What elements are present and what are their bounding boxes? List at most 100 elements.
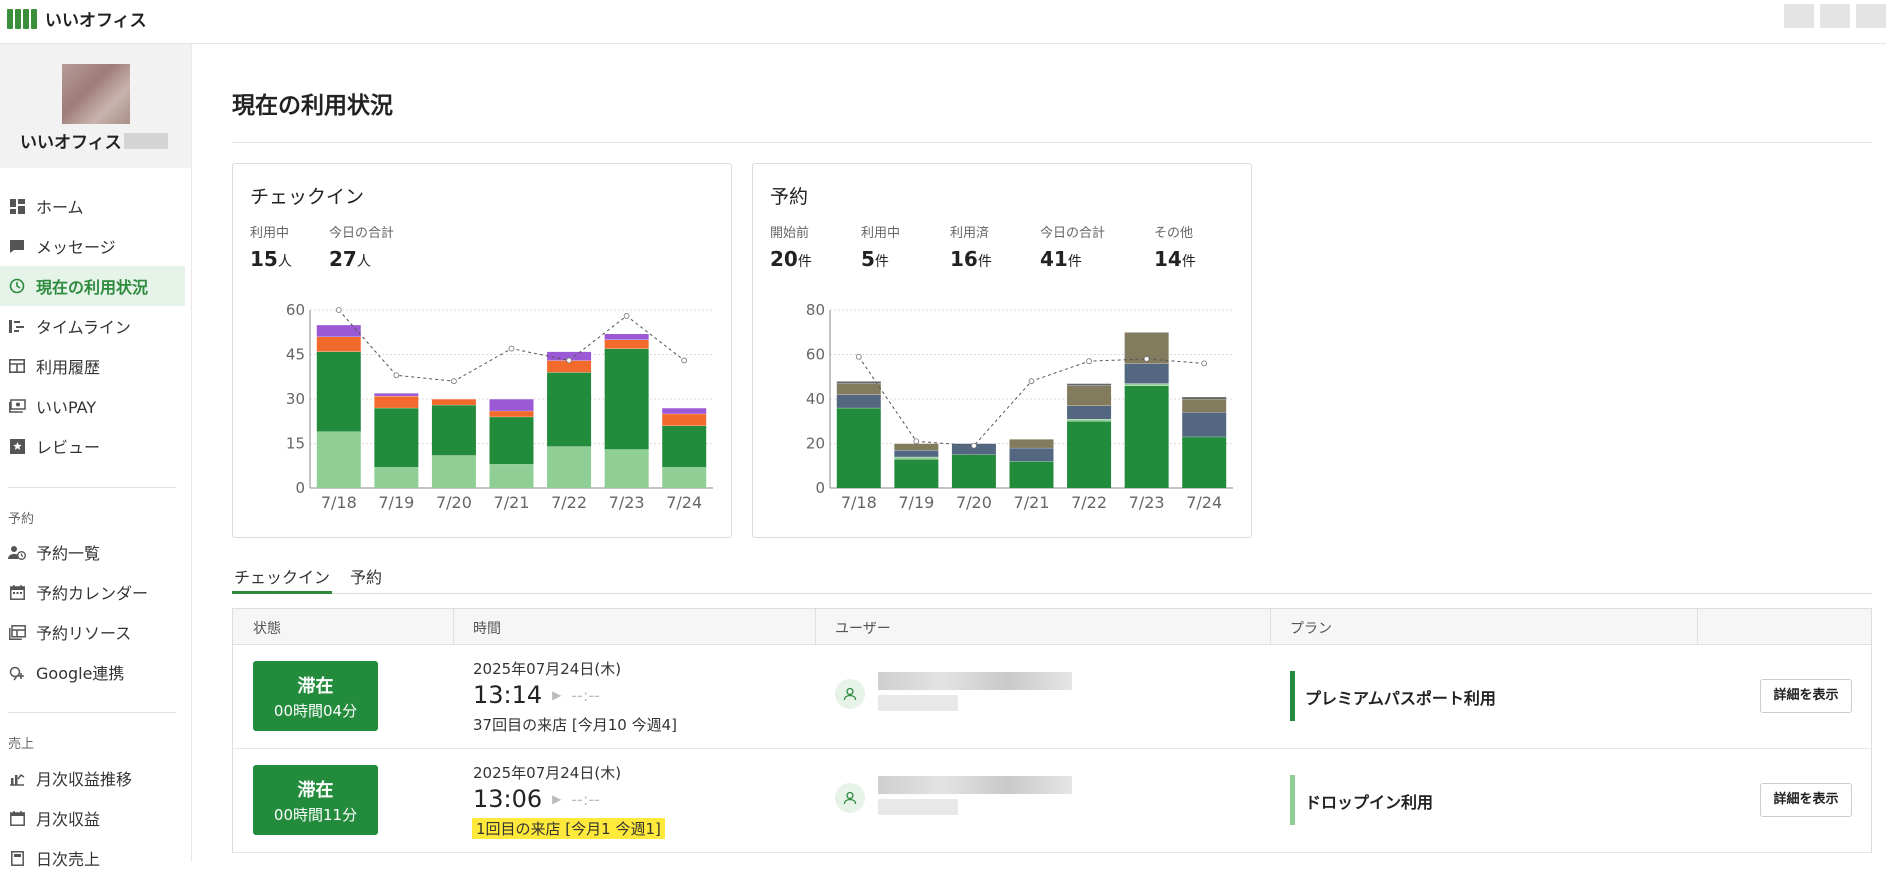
sidebar-item-reservation-resources[interactable]: 予約リソース (0, 612, 185, 652)
visit-count: 37回目の来店 [今月10 今週4] (473, 716, 677, 734)
sidebar-item-reservation-list[interactable]: 予約一覧 (0, 532, 185, 572)
app-name: いいオフィス (45, 11, 147, 31)
top-bar: いいオフィス (0, 0, 1886, 44)
bar-segment (489, 464, 534, 488)
trend-point (566, 357, 572, 364)
bar-segment (604, 348, 649, 450)
checkin-chart: 0 15 30 45 60 7/18 7/19 7/20 7/21 7/22 7/23 7/24 (286, 301, 713, 512)
tab-bar: チェックイン 予約 (232, 552, 1872, 594)
status-badge[interactable]: 滞在 00時間04分 (253, 661, 378, 731)
star-icon (8, 437, 26, 455)
sidebar-item-daily-sales[interactable]: 日次売上 (0, 838, 185, 878)
sidebar-item-label: 予約リソース (36, 624, 132, 643)
show-details-button[interactable]: 詳細を表示 (1760, 783, 1852, 817)
trend-point (623, 313, 630, 319)
tab-reservation[interactable]: 予約 (350, 564, 382, 594)
bar-segment (662, 407, 707, 414)
x-tick-label: 7/20 (436, 493, 472, 512)
x-tick-label: 7/21 (1014, 493, 1050, 512)
sidebar-item-monthly-revenue-trend[interactable]: 月次収益推移 (0, 758, 185, 798)
sidebar-item-messages[interactable]: メッセージ (0, 226, 185, 266)
sidebar-item-timeline[interactable]: タイムライン (0, 306, 185, 346)
sidebar-item-label: 現在の利用状況 (36, 278, 149, 297)
trend-point (855, 353, 862, 360)
bar-segment (894, 443, 939, 451)
bar-segment (894, 459, 939, 488)
payment-icon (8, 397, 26, 415)
sidebar-item-label: 月次収益 (36, 810, 101, 829)
x-tick-label: 7/19 (378, 493, 414, 512)
sidebar-item-current-status[interactable]: 現在の利用状況 (0, 266, 185, 306)
y-tick-label: 30 (286, 390, 305, 408)
trend-point (681, 357, 688, 364)
bar-segment (374, 393, 419, 397)
person-clock-icon (8, 543, 26, 561)
message-icon (8, 237, 26, 255)
org-avatar (62, 64, 130, 124)
bar-segment (489, 410, 534, 417)
trend-point (1086, 358, 1092, 365)
bar-segment (604, 333, 649, 340)
link-icon (8, 663, 26, 681)
plan-color-bar (1290, 671, 1295, 721)
checkin-card: チェックイン 利用中 15人 今日の合計 27人 0 15 30 45 60 7/18 7/… (232, 163, 732, 538)
bar-segment (1182, 412, 1227, 437)
x-tick-label: 7/21 (494, 493, 530, 512)
bar-segment (604, 339, 649, 349)
trend-point (335, 307, 342, 313)
user-icon (835, 783, 865, 813)
bar-segment (1009, 461, 1054, 488)
trend-point (393, 372, 400, 379)
bar-segment (1182, 396, 1227, 399)
bar-segment (1124, 383, 1169, 386)
sidebar-item-label: 日次売上 (36, 850, 101, 869)
trend-point (1028, 378, 1035, 385)
bar-segment (431, 399, 476, 405)
bar-segment (1009, 439, 1054, 448)
bar-segment (374, 467, 419, 488)
visit-count: 1回目の来店 [今月1 今週1] (472, 818, 665, 839)
bar-segment (316, 351, 361, 432)
sidebar-item-monthly-revenue[interactable]: 月次収益 (0, 798, 185, 838)
bar-segment (1067, 419, 1112, 422)
bar-segment (489, 416, 534, 465)
bar-segment (951, 454, 996, 488)
sidebar-item-label: タイムライン (36, 318, 131, 337)
sidebar-item-iipay[interactable]: いいPAY (0, 386, 185, 426)
bar-segment (316, 324, 361, 337)
bar-segment (431, 455, 476, 488)
clock-icon (8, 277, 26, 295)
table-row[interactable]: 滞在 00時間04分 2025年07月24日(木) 13:14 ▶ --:-- 37… (233, 645, 1871, 749)
sidebar-item-reviews[interactable]: レビュー (0, 426, 185, 466)
bar-segment (316, 431, 361, 488)
tab-checkin[interactable]: チェックイン (232, 564, 333, 594)
sidebar-item-home[interactable]: ホーム (0, 186, 185, 226)
y-tick-label: 0 (815, 479, 825, 497)
play-arrow-icon: ▶ (552, 688, 562, 702)
y-tick-label: 0 (295, 479, 305, 497)
sidebar-item-reservation-calendar[interactable]: 予約カレンダー (0, 572, 185, 612)
table-header: 状態 時間 ユーザー プラン (233, 609, 1871, 645)
sidebar-item-label: レビュー (36, 438, 101, 457)
table-row[interactable]: 滞在 00時間11分 2025年07月24日(木) 13:06 ▶ --:-- 1回… (233, 749, 1871, 853)
account-menu[interactable] (1784, 4, 1886, 28)
reservation-card: 予約 開始前 20件 利用中 5件 利用済 16件 今日の合計 41件 その他 … (752, 163, 1252, 538)
sidebar-item-google-integration[interactable]: Google連携 (0, 652, 185, 692)
x-tick-label: 7/18 (321, 493, 357, 512)
sidebar-item-history[interactable]: 利用履歴 (0, 346, 185, 386)
sidebar-item-label: ホーム (36, 198, 84, 217)
status-badge[interactable]: 滞在 00時間11分 (253, 765, 378, 835)
app-logo[interactable]: いいオフィス (7, 6, 147, 31)
show-details-button[interactable]: 詳細を表示 (1760, 679, 1852, 713)
section-label-reservation: 予約 (8, 512, 35, 527)
x-tick-label: 7/18 (841, 493, 877, 512)
bar-segment (836, 407, 881, 488)
org-name: いいオフィス (20, 128, 168, 153)
chart-icon (8, 769, 26, 787)
plan-color-bar (1290, 775, 1295, 825)
y-tick-label: 80 (806, 301, 825, 319)
bar-segment (1009, 447, 1054, 462)
section-label-sales: 売上 (8, 737, 35, 752)
bar-segment (836, 394, 881, 408)
bar-segment (1067, 405, 1112, 420)
